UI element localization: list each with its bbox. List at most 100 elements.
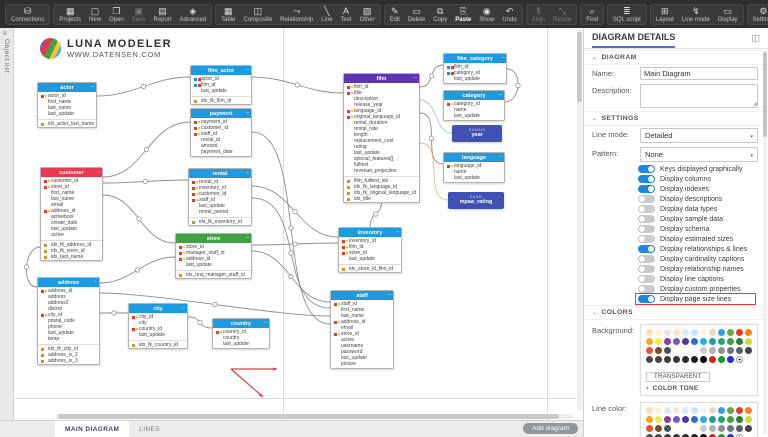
- object-list-sidebar[interactable]: ≡ Object list: [0, 28, 14, 420]
- toggle-keys-displayed-graphically[interactable]: [638, 165, 655, 173]
- color-swatch[interactable]: [655, 338, 662, 345]
- color-swatch[interactable]: [664, 407, 671, 414]
- color-swatch[interactable]: [709, 347, 716, 354]
- color-swatch[interactable]: [736, 347, 743, 354]
- toolbar-projects[interactable]: ▦ Projects: [55, 6, 85, 23]
- toolbar-line-mode[interactable]: ↯ Line mode: [678, 6, 714, 23]
- color-swatch[interactable]: [709, 356, 716, 363]
- tab-lines[interactable]: LINES: [129, 421, 170, 437]
- entity-film[interactable]: film – film_id title description release_year…: [343, 73, 420, 203]
- color-swatch[interactable]: [700, 425, 707, 432]
- entity-actor[interactable]: actor – actor_id first_name last_name last_up…: [37, 82, 97, 128]
- panel-scrollbar[interactable]: [763, 50, 767, 433]
- color-swatch[interactable]: [691, 356, 698, 363]
- color-swatch[interactable]: [673, 347, 680, 354]
- domain-mpaa-rating[interactable]: ENUM mpaa_rating: [448, 192, 504, 209]
- section-colors[interactable]: COLORS: [584, 305, 768, 320]
- entity-country[interactable]: country – country_id country last_update: [212, 318, 270, 349]
- pattern-select[interactable]: None: [640, 147, 758, 162]
- entity-header[interactable]: country –: [213, 319, 269, 328]
- color-swatch[interactable]: [664, 356, 671, 363]
- color-swatch[interactable]: [646, 338, 653, 345]
- entity-header[interactable]: store –: [176, 234, 251, 243]
- resize-handle-icon[interactable]: ◢: [753, 102, 757, 107]
- color-swatch[interactable]: [718, 416, 725, 423]
- entity-city[interactable]: city – city_id city country_id last_update idx…: [128, 303, 188, 349]
- color-swatch[interactable]: [673, 425, 680, 432]
- line-mode-select[interactable]: Detailed: [640, 128, 758, 143]
- section-settings[interactable]: SETTINGS: [584, 111, 768, 126]
- custom-color-swatch[interactable]: [736, 356, 743, 363]
- toolbar-settings[interactable]: ⚙Settings: [749, 6, 768, 23]
- toolbar-layout[interactable]: ⊞ Layout: [652, 6, 678, 23]
- diagram-name-input[interactable]: [640, 67, 758, 80]
- toolbar-resize[interactable]: ⤡ Resize: [549, 6, 575, 23]
- color-swatch[interactable]: [700, 416, 707, 423]
- entity-header[interactable]: customer –: [41, 168, 102, 177]
- color-swatch[interactable]: [655, 329, 662, 336]
- color-swatch[interactable]: [655, 425, 662, 432]
- color-swatch[interactable]: [727, 407, 734, 414]
- color-swatch[interactable]: [745, 416, 752, 423]
- color-swatch[interactable]: [655, 356, 662, 363]
- color-tone-expander[interactable]: COLOR TONE: [646, 385, 752, 392]
- color-swatch[interactable]: [646, 356, 653, 363]
- toolbar-line[interactable]: ╲ Line: [317, 6, 336, 23]
- entity-header[interactable]: language –: [444, 153, 504, 162]
- color-swatch[interactable]: [727, 338, 734, 345]
- color-swatch[interactable]: [664, 338, 671, 345]
- color-swatch[interactable]: [664, 347, 671, 354]
- color-swatch[interactable]: [727, 425, 734, 432]
- entity-header[interactable]: staff –: [331, 291, 393, 300]
- color-swatch[interactable]: [682, 416, 689, 423]
- color-swatch[interactable]: [646, 347, 653, 354]
- toolbar-display[interactable]: ▭ Display: [714, 6, 742, 23]
- color-swatch[interactable]: [682, 356, 689, 363]
- entity-language[interactable]: language – language_id name last_update: [443, 152, 505, 183]
- color-swatch[interactable]: [700, 338, 707, 345]
- toolbar-report[interactable]: ▤ Report: [149, 6, 175, 23]
- toggle-display-estimated-sizes[interactable]: [638, 235, 655, 243]
- color-swatch[interactable]: [745, 347, 752, 354]
- panel-layout-icon[interactable]: ◫: [751, 28, 760, 48]
- entity-film_actor[interactable]: film_actor – actor_id film_id last_update idx…: [190, 65, 252, 105]
- entity-category[interactable]: category – category_id name last_update: [443, 90, 505, 121]
- color-swatch[interactable]: [691, 329, 698, 336]
- color-swatch[interactable]: [664, 416, 671, 423]
- entity-film_category[interactable]: film_category – film_id category_id last_upd…: [443, 53, 507, 84]
- color-swatch[interactable]: [727, 416, 734, 423]
- color-swatch[interactable]: [718, 425, 725, 432]
- color-swatch[interactable]: [709, 329, 716, 336]
- color-swatch[interactable]: [736, 416, 743, 423]
- color-swatch[interactable]: [682, 329, 689, 336]
- toggle-display-indexes[interactable]: [638, 185, 655, 193]
- add-diagram-button[interactable]: Add diagram: [523, 423, 578, 434]
- entity-header[interactable]: address –: [38, 278, 99, 287]
- entity-address[interactable]: address – address_id address address2 distric…: [37, 277, 100, 365]
- color-swatch[interactable]: [745, 338, 752, 345]
- entity-header[interactable]: film –: [344, 74, 419, 83]
- toolbar-relationship[interactable]: ⤳ Relationship: [276, 6, 317, 23]
- domain-year[interactable]: DOMAIN year: [452, 125, 502, 142]
- color-swatch[interactable]: [736, 338, 743, 345]
- toggle-display-schema[interactable]: [638, 225, 655, 233]
- color-swatch[interactable]: [718, 329, 725, 336]
- color-swatch[interactable]: [709, 338, 716, 345]
- color-swatch[interactable]: [646, 407, 653, 414]
- section-diagram[interactable]: DIAGRAM: [584, 50, 768, 65]
- color-swatch[interactable]: [718, 338, 725, 345]
- entity-header[interactable]: film_category –: [444, 54, 506, 63]
- toolbar-save[interactable]: ▣ Save: [128, 6, 150, 23]
- entity-staff[interactable]: staff – staff_id first_name last_name address…: [330, 290, 394, 369]
- color-swatch[interactable]: [691, 338, 698, 345]
- scrollbar-thumb[interactable]: [763, 52, 767, 137]
- toolbar-table[interactable]: ▦ Table: [217, 6, 239, 23]
- toolbar-connections[interactable]: ⛁ Connections: [7, 6, 48, 23]
- color-swatch[interactable]: [673, 416, 680, 423]
- color-swatch[interactable]: [718, 407, 725, 414]
- color-swatch[interactable]: [655, 416, 662, 423]
- color-swatch[interactable]: [700, 407, 707, 414]
- color-swatch[interactable]: [745, 407, 752, 414]
- toolbar-copy[interactable]: ⧉ Copy: [429, 6, 451, 23]
- toggle-display-custom-properties[interactable]: [638, 285, 655, 293]
